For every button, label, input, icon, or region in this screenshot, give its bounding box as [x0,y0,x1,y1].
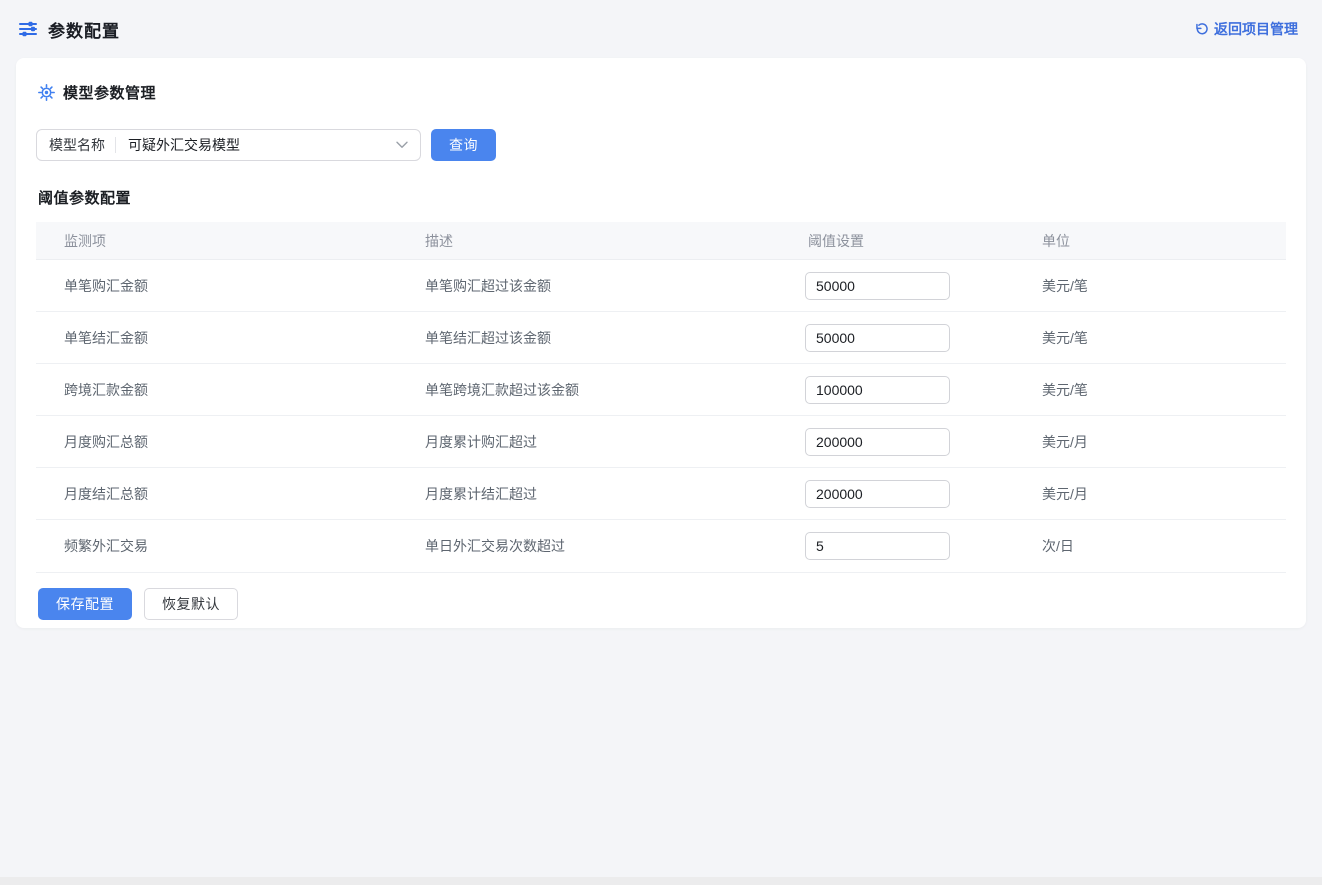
query-button[interactable]: 查询 [431,129,496,161]
row-desc: 月度累计购汇超过 [397,432,780,452]
page-title: 参数配置 [48,17,120,42]
threshold-input[interactable] [805,428,950,456]
row-unit: 美元/月 [1014,432,1286,452]
table-row: 单笔结汇金额 单笔结汇超过该金额 美元/笔 [36,312,1286,364]
gear-icon [38,84,55,101]
threshold-input[interactable] [805,376,950,404]
table-row: 月度购汇总额 月度累计购汇超过 美元/月 [36,416,1286,468]
chevron-down-icon [396,141,408,149]
sliders-icon [18,20,38,38]
save-button[interactable]: 保存配置 [38,588,132,620]
query-row: 模型名称 可疑外汇交易模型 查询 [36,129,1286,161]
column-header-desc: 描述 [397,231,780,251]
row-desc: 月度累计结汇超过 [397,484,780,504]
row-item: 频繁外汇交易 [36,536,397,556]
section-title: 模型参数管理 [63,82,156,103]
row-desc: 单日外汇交易次数超过 [397,536,780,556]
page-header-left: 参数配置 [18,17,120,42]
model-select-value: 可疑外汇交易模型 [128,135,396,155]
select-divider [115,137,116,153]
table-row: 月度结汇总额 月度累计结汇超过 美元/月 [36,468,1286,520]
row-item: 月度购汇总额 [36,432,397,452]
content-card: 模型参数管理 模型名称 可疑外汇交易模型 查询 阈值参数配置 监测项 描述 阈值… [16,58,1306,628]
table-title: 阈值参数配置 [38,187,1286,208]
threshold-input[interactable] [805,324,950,352]
column-header-item: 监测项 [36,231,397,251]
row-item: 单笔结汇金额 [36,328,397,348]
action-bar: 保存配置 恢复默认 [36,588,1286,620]
threshold-input[interactable] [805,532,950,560]
threshold-input[interactable] [805,480,950,508]
column-header-value: 阈值设置 [780,231,1014,251]
table-header-row: 监测项 描述 阈值设置 单位 [36,222,1286,260]
table-row: 单笔购汇金额 单笔购汇超过该金额 美元/笔 [36,260,1286,312]
threshold-input[interactable] [805,272,950,300]
row-desc: 单笔跨境汇款超过该金额 [397,380,780,400]
threshold-table: 监测项 描述 阈值设置 单位 单笔购汇金额 单笔购汇超过该金额 美元/笔 单笔结… [36,222,1286,573]
row-unit: 美元/笔 [1014,276,1286,296]
model-select-label: 模型名称 [49,135,105,155]
row-unit: 美元/月 [1014,484,1286,504]
table-row: 跨境汇款金额 单笔跨境汇款超过该金额 美元/笔 [36,364,1286,416]
section-header: 模型参数管理 [38,82,1286,103]
row-desc: 单笔结汇超过该金额 [397,328,780,348]
table-row: 频繁外汇交易 单日外汇交易次数超过 次/日 [36,520,1286,572]
horizontal-scrollbar[interactable] [0,877,1322,885]
back-link[interactable]: 返回项目管理 [1193,19,1298,39]
row-item: 月度结汇总额 [36,484,397,504]
row-unit: 美元/笔 [1014,328,1286,348]
row-desc: 单笔购汇超过该金额 [397,276,780,296]
row-unit: 次/日 [1014,536,1286,556]
back-link-label: 返回项目管理 [1214,19,1298,39]
row-item: 单笔购汇金额 [36,276,397,296]
row-item: 跨境汇款金额 [36,380,397,400]
page-header: 参数配置 返回项目管理 [0,0,1322,58]
row-unit: 美元/笔 [1014,380,1286,400]
reset-button[interactable]: 恢复默认 [144,588,238,620]
return-icon [1193,22,1208,37]
model-select[interactable]: 模型名称 可疑外汇交易模型 [36,129,421,161]
column-header-unit: 单位 [1014,231,1286,251]
